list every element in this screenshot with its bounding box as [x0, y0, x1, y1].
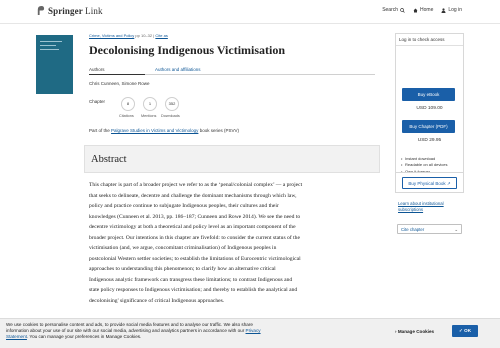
- active-tab-indicator: [89, 74, 145, 75]
- downloads-label: Downloads: [161, 114, 180, 118]
- chapter-price: USD 29.95: [417, 138, 442, 143]
- cookie-message: We use cookies to personalise content an…: [6, 322, 336, 340]
- ebook-price: USD 109.00: [416, 106, 443, 111]
- mentions-label: Mentions: [141, 114, 157, 118]
- chevron-right-icon: ›: [395, 329, 397, 334]
- mentions-count[interactable]: 1: [143, 97, 157, 111]
- book-title-link[interactable]: Crime, Victims and Policy: [89, 33, 134, 38]
- abstract-line: postcolonial Western settler societies; …: [89, 255, 301, 262]
- buy-chapter-button[interactable]: Buy Chapter (PDF): [402, 120, 455, 133]
- abstract-line: broader project. Our intentions in this …: [89, 234, 300, 241]
- nav-home[interactable]: Home: [413, 7, 433, 13]
- purchase-box: Log in to check access Buy eBook USD 109…: [395, 33, 464, 186]
- series-info: Part of the Palgrave Studies in Victims …: [89, 128, 239, 133]
- abstract-line: This chapter is part of a broader projec…: [89, 182, 303, 188]
- book-cover[interactable]: [36, 35, 73, 94]
- nav-search-label: Search: [382, 7, 399, 13]
- abstract-line: approaches to understanding this phenome…: [89, 266, 276, 272]
- springer-horse-icon: [37, 6, 45, 15]
- abstract-header: Abstract: [84, 145, 380, 173]
- privacy-link[interactable]: Privacy: [246, 328, 261, 333]
- series-link[interactable]: Palgrave Studies in Victims and Victimol…: [111, 128, 198, 133]
- cookie-ok-button[interactable]: ✓ OK: [452, 325, 478, 337]
- manage-cookies-button[interactable]: › Manage Cookies: [395, 329, 434, 334]
- abstract-heading: Abstract: [91, 154, 127, 165]
- search-icon: [400, 7, 405, 13]
- cite-chapter-select[interactable]: Cite chapter ⌄: [397, 224, 462, 234]
- privacy-statement-link[interactable]: Statement: [6, 334, 27, 339]
- cover-title-line: [40, 45, 56, 46]
- nav-login-label: Log in: [448, 7, 462, 13]
- nav-home-label: Home: [420, 7, 434, 13]
- cookie-line-text: information about your use of our site w…: [6, 328, 245, 333]
- checkmark-icon: ✓: [458, 328, 463, 333]
- cookie-ok-label: OK: [464, 328, 472, 333]
- divider: [396, 45, 463, 46]
- content-type-label: Chapter: [89, 99, 106, 104]
- abstract-line: victimisation (and, we argue, concomitan…: [89, 245, 277, 251]
- cookie-line: Statement. You can manage your preferenc…: [6, 334, 336, 340]
- series-suffix: book series (PSVV): [199, 128, 239, 133]
- home-icon: [413, 8, 418, 12]
- buy-physical-book-button[interactable]: Buy Physical Book ↗: [402, 177, 457, 189]
- cookie-line-text: . You can manage your preferences in Man…: [26, 334, 142, 339]
- cite-as-link[interactable]: Cite as: [155, 33, 167, 38]
- abstract-line: state policy responses to Indigenous vic…: [89, 287, 298, 293]
- abstract-line: Indigenous analytic framework can transg…: [89, 276, 293, 283]
- external-link-icon: ↗: [446, 181, 451, 186]
- header-nav: Search Home Log in: [382, 7, 462, 13]
- abstract-body: This chapter is part of a broader projec…: [89, 180, 377, 306]
- series-prefix: Part of the: [89, 128, 110, 133]
- abstract-line: policy and practice continue to subjugat…: [89, 203, 279, 209]
- buy-physical-book-label: Buy Physical Book: [408, 181, 446, 186]
- logo-springer: Springer: [48, 5, 83, 16]
- physical-book-box: Buy Physical Book ↗: [395, 172, 464, 193]
- logo-link: Link: [85, 5, 103, 16]
- citations-label: Citations: [119, 114, 134, 118]
- user-icon: [441, 7, 446, 13]
- login-to-check-access[interactable]: Log in to check access: [399, 37, 445, 42]
- abstract-line: decentre victimology at both a theoretic…: [89, 224, 296, 230]
- nav-search[interactable]: Search: [382, 7, 405, 13]
- downloads-count: 352: [165, 97, 179, 111]
- abstract-line: that seeks to delineate, decentre and ch…: [89, 192, 297, 199]
- cover-title-line: [40, 49, 59, 50]
- page-range: pp 10–32: [135, 33, 153, 38]
- springerlink-logo[interactable]: Springer Link: [36, 5, 103, 16]
- chapter-title: Decolonising Indigenous Victimisation: [89, 43, 286, 57]
- book-meta: Crime, Victims and Policy pp 10–32 | Cit…: [89, 33, 168, 38]
- manage-cookies-label: Manage Cookies: [397, 329, 435, 334]
- tab-authors[interactable]: Authors: [89, 67, 105, 72]
- cookie-banner: We use cookies to personalise content an…: [0, 318, 500, 348]
- author-tabs: Authors Authors and affiliations: [89, 66, 375, 75]
- cite-chapter-label: Cite chapter: [401, 227, 425, 232]
- buy-ebook-button[interactable]: Buy eBook: [402, 88, 455, 101]
- abstract-line: decolonising' significance of critical I…: [89, 297, 225, 304]
- cover-title-line: [40, 41, 62, 42]
- citations-count[interactable]: 8: [121, 97, 135, 111]
- chevron-down-icon: ⌄: [454, 227, 458, 232]
- institutional-subscriptions-link[interactable]: Learn about institutional subscriptions: [398, 201, 462, 212]
- tab-authors-affiliations[interactable]: Authors and affiliations: [155, 67, 200, 72]
- site-header: Springer Link Search Home Log in: [0, 0, 500, 24]
- abstract-line: knowledges (Cunneen et al. 2013, pp. 186…: [89, 213, 301, 220]
- nav-login[interactable]: Log in: [441, 7, 462, 13]
- author-list[interactable]: Chris Cunneen, Simone Rowe: [89, 81, 150, 86]
